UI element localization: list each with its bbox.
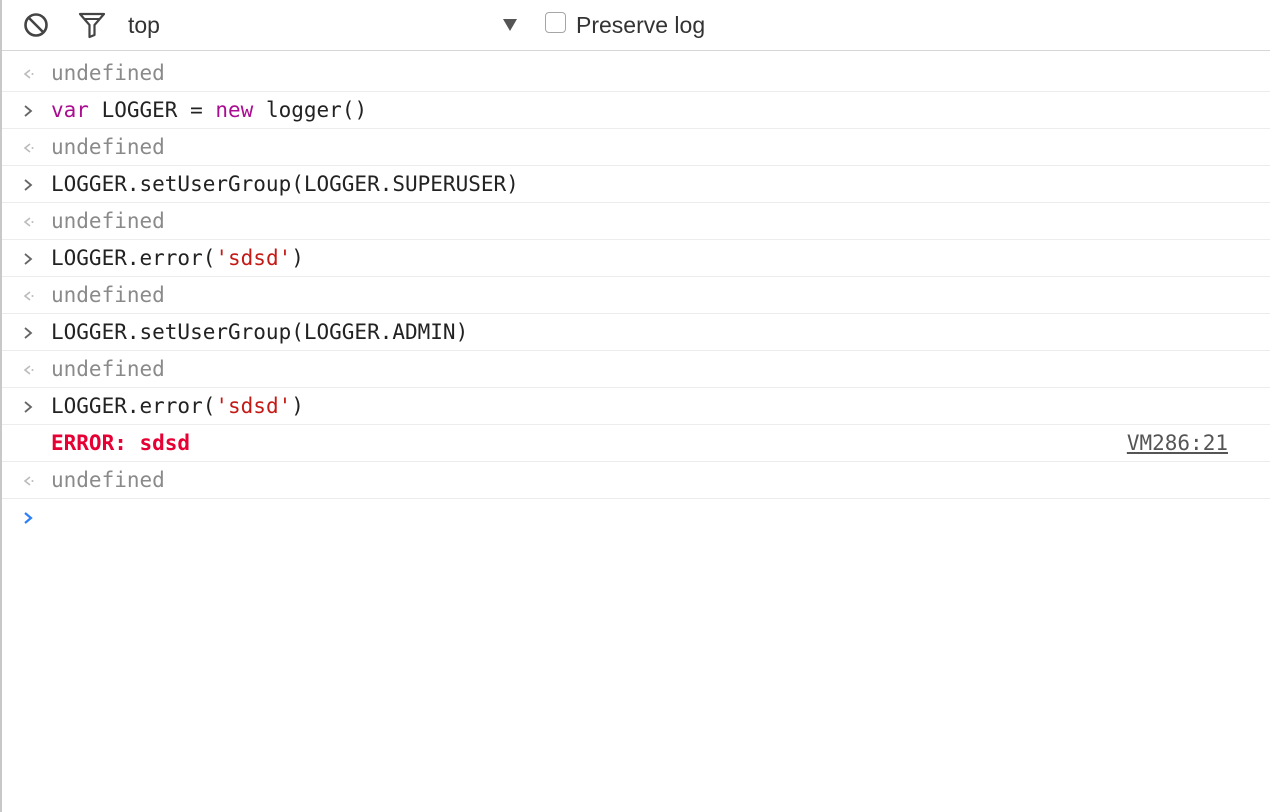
devtools-console-panel: top Preserve log undefined var LOGGER = … xyxy=(0,0,1270,812)
console-command-row[interactable]: LOGGER.error('sdsd') xyxy=(2,240,1270,277)
result-text: undefined xyxy=(51,468,165,492)
result-arrow-icon xyxy=(23,291,34,301)
keyword-token: new xyxy=(215,98,254,122)
console-toolbar: top Preserve log xyxy=(2,0,1270,51)
code-token: ) xyxy=(291,246,304,270)
clear-console-button[interactable] xyxy=(22,11,50,39)
code-token: LOGGER = xyxy=(88,98,216,122)
code-token: logger() xyxy=(253,98,368,122)
string-token: 'sdsd' xyxy=(215,246,292,270)
command-text: LOGGER.setUserGroup(LOGGER.ADMIN) xyxy=(51,320,469,344)
console-error-row: ERROR: sdsd VM286:21 xyxy=(2,425,1270,462)
context-selector[interactable]: top xyxy=(128,9,526,41)
command-text: var LOGGER = new logger() xyxy=(51,97,367,123)
result-arrow-icon xyxy=(23,365,34,375)
result-text: undefined xyxy=(51,357,165,381)
console-command-row[interactable]: LOGGER.error('sdsd') xyxy=(2,388,1270,425)
preserve-log-label: Preserve log xyxy=(576,12,706,38)
error-message: ERROR: sdsd xyxy=(51,431,191,455)
console-messages: undefined var LOGGER = new logger() unde… xyxy=(2,55,1270,539)
command-text: LOGGER.error('sdsd') xyxy=(51,393,304,419)
console-prompt-input[interactable] xyxy=(2,499,1270,539)
code-token: LOGGER.error( xyxy=(51,394,216,418)
clear-console-icon xyxy=(24,13,48,37)
code-token: ) xyxy=(291,394,304,418)
result-arrow-icon xyxy=(23,476,34,486)
input-chevron-icon xyxy=(24,253,33,265)
input-chevron-icon xyxy=(24,327,33,339)
console-result-row: undefined xyxy=(2,277,1270,314)
console-command-row[interactable]: LOGGER.setUserGroup(LOGGER.SUPERUSER) xyxy=(2,166,1270,203)
source-location-link[interactable]: VM286:21 xyxy=(1127,430,1228,456)
console-command-row[interactable]: LOGGER.setUserGroup(LOGGER.ADMIN) xyxy=(2,314,1270,351)
result-text: undefined xyxy=(51,209,165,233)
console-command-row[interactable]: var LOGGER = new logger() xyxy=(2,92,1270,129)
console-result-row: undefined xyxy=(2,203,1270,240)
console-result-row: undefined xyxy=(2,129,1270,166)
prompt-chevron-icon xyxy=(24,512,33,524)
result-arrow-icon xyxy=(23,217,34,227)
console-result-row: undefined xyxy=(2,462,1270,499)
string-token: 'sdsd' xyxy=(215,394,292,418)
console-result-row: undefined xyxy=(2,55,1270,92)
preserve-log-checkbox[interactable] xyxy=(545,12,566,33)
filter-button[interactable] xyxy=(77,11,107,39)
code-token: LOGGER.error( xyxy=(51,246,216,270)
filter-icon xyxy=(78,12,106,39)
keyword-token: var xyxy=(51,98,89,122)
result-text: undefined xyxy=(51,135,165,159)
result-arrow-icon xyxy=(23,143,34,153)
command-text: LOGGER.error('sdsd') xyxy=(51,245,304,271)
command-text: LOGGER.setUserGroup(LOGGER.SUPERUSER) xyxy=(51,172,519,196)
input-chevron-icon xyxy=(24,179,33,191)
dropdown-arrow-icon xyxy=(503,19,517,31)
input-chevron-icon xyxy=(24,401,33,413)
context-label: top xyxy=(128,12,160,38)
result-arrow-icon xyxy=(23,69,34,79)
result-text: undefined xyxy=(51,61,165,85)
input-chevron-icon xyxy=(24,105,33,117)
result-text: undefined xyxy=(51,283,165,307)
console-result-row: undefined xyxy=(2,351,1270,388)
